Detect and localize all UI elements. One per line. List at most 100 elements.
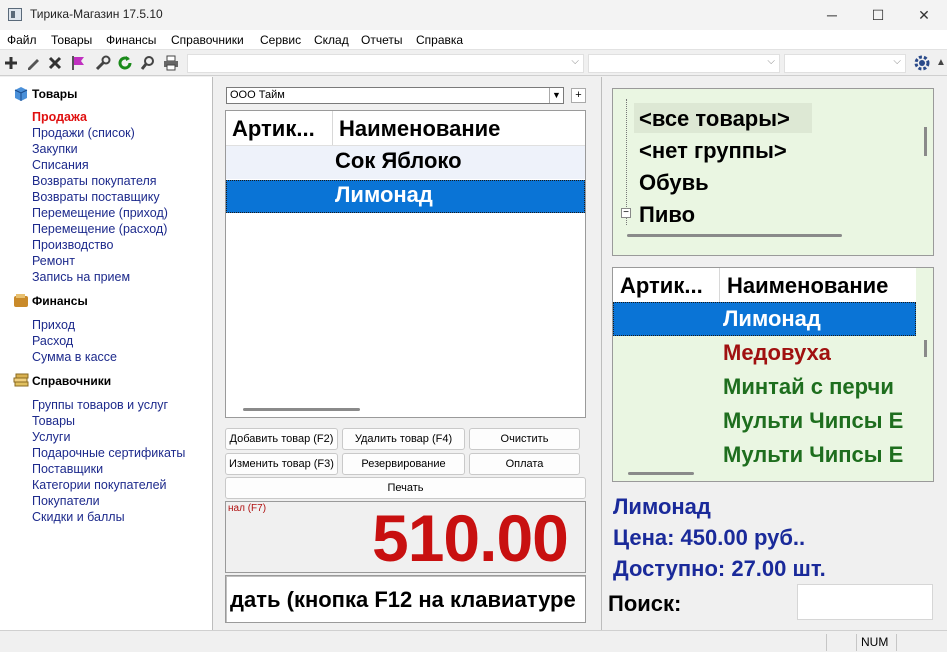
nav-write-offs[interactable]: Списания [32,158,89,172]
nav-sales-list[interactable]: Продажи (список) [32,126,135,140]
menu-directories[interactable]: Справочники [171,33,244,47]
menu-reports[interactable]: Отчеты [361,33,402,47]
nav-income[interactable]: Приход [32,318,75,332]
nav-transfer-in[interactable]: Перемещение (приход) [32,206,168,220]
column-header-article[interactable]: Артик... [232,116,315,142]
selected-product-name: Лимонад [613,494,711,519]
collapse-icon[interactable]: − [621,208,631,218]
horizontal-scrollbar[interactable] [243,408,360,411]
nav-suppliers[interactable]: Поставщики [32,462,103,476]
horizontal-scrollbar[interactable] [628,472,694,475]
group-item-none[interactable]: <нет группы> [639,138,787,164]
chevron-down-icon: ⌵ [767,56,775,67]
nav-customers[interactable]: Покупатели [32,494,100,508]
column-divider [719,268,720,302]
toolbar-combo-2[interactable]: ⌵ [588,54,780,73]
chevron-down-icon: ⌵ [571,56,579,67]
search-label: Поиск: [608,591,682,616]
clear-button[interactable]: Очистить [469,428,580,450]
nav-expense[interactable]: Расход [32,334,73,348]
search-icon[interactable] [139,54,157,72]
navigation-panel: Товары Продажа Продажи (список) Закупки … [0,77,213,630]
nav-discounts[interactable]: Скидки и баллы [32,510,125,524]
nav-appointments[interactable]: Запись на прием [32,270,130,284]
toolbar-combo-3[interactable]: ⌵ [784,54,906,73]
section-title-goods[interactable]: Товары [32,87,77,101]
nav-customer-categories[interactable]: Категории покупателей [32,478,167,492]
chevron-down-icon[interactable]: ▼ [549,88,563,103]
organization-value: ООО Тайм [230,89,285,101]
nav-services[interactable]: Услуги [32,430,70,444]
nav-repair[interactable]: Ремонт [32,254,75,268]
plus-icon[interactable] [2,54,20,72]
num-lock-indicator: NUM [856,634,894,651]
catalog-row-name[interactable]: Медовуха [723,340,831,366]
toolbar-combo-1[interactable]: ⌵ [187,54,584,73]
pencil-icon[interactable] [24,54,42,72]
section-title-finance[interactable]: Финансы [32,294,88,308]
menu-warehouse[interactable]: Склад [314,33,349,47]
nav-cash-balance[interactable]: Сумма в кассе [32,350,117,364]
selected-product-stock: Доступно: 27.00 шт. [613,556,826,581]
printer-icon[interactable] [162,54,180,72]
add-organization-button[interactable]: + [571,88,586,103]
menu-file[interactable]: Файл [7,33,37,47]
settings-icon[interactable] [913,54,931,72]
vertical-scrollbar[interactable] [924,127,927,156]
organization-select[interactable]: ООО Тайм ▼ [226,87,564,104]
nav-purchases[interactable]: Закупки [32,142,78,156]
flag-icon[interactable] [69,54,87,72]
nav-transfer-out[interactable]: Перемещение (расход) [32,222,167,236]
horizontal-scrollbar[interactable] [627,234,842,237]
menu-service[interactable]: Сервис [260,33,301,47]
nav-supplier-returns[interactable]: Возвраты поставщику [32,190,160,204]
catalog-row-name[interactable]: Мульти Чипсы Е [723,408,903,434]
group-item-beer[interactable]: Пиво [639,202,695,228]
books-icon [13,373,29,387]
column-header-name[interactable]: Наименование [727,273,888,299]
wallet-icon [14,294,28,307]
nav-production[interactable]: Производство [32,238,114,252]
catalog-row-name[interactable]: Лимонад [723,306,821,332]
edit-item-button[interactable]: Изменить товар (F3) [225,453,338,475]
section-title-directories[interactable]: Справочники [32,374,111,388]
nav-customer-returns[interactable]: Возвраты покупателя [32,174,157,188]
catalog-rows-clip: Минтай с перчи Мульти Чипсы Е Мульти Чип… [613,370,916,467]
search-input[interactable] [797,584,933,620]
remove-item-button[interactable]: Удалить товар (F4) [342,428,465,450]
nav-gift-certificates[interactable]: Подарочные сертификаты [32,446,185,460]
add-item-button[interactable]: Добавить товар (F2) [225,428,338,450]
column-header-name[interactable]: Наименование [339,116,500,142]
nav-sale[interactable]: Продажа [32,110,87,124]
delete-icon[interactable] [46,54,64,72]
group-item-shoes[interactable]: Обувь [639,170,709,196]
status-bar: NUM [0,630,947,652]
maximize-button[interactable]: ☐ [855,0,901,30]
catalog-row-name[interactable]: Минтай с перчи [723,374,894,400]
window-title: Тирика-Магазин 17.5.10 [30,7,163,21]
refresh-icon[interactable] [116,54,134,72]
hint-text: дать (кнопка F12 на клавиатуре [230,587,576,612]
menu-bar: Файл Товары Финансы Справочники Сервис С… [0,30,947,50]
toolbar-overflow-icon[interactable]: ▲ [936,55,946,71]
minimize-button[interactable]: ─ [809,0,855,30]
vertical-scrollbar[interactable] [924,340,927,357]
selected-product-price: Цена: 450.00 руб.. [613,525,806,550]
row-name: Лимонад [335,182,433,207]
print-button[interactable]: Печать [225,477,586,499]
menu-finance[interactable]: Финансы [106,33,156,47]
reserve-button[interactable]: Резервирование [342,453,465,475]
box-icon [14,87,28,101]
nav-product-groups[interactable]: Группы товаров и услуг [32,398,168,412]
payment-type-label[interactable]: нал (F7) [228,503,266,514]
column-header-article[interactable]: Артик... [620,273,703,299]
group-item-all[interactable]: <все товары> [639,106,790,132]
nav-products[interactable]: Товары [32,414,75,428]
wrench-icon[interactable] [94,54,112,72]
menu-goods[interactable]: Товары [51,33,92,47]
menu-help[interactable]: Справка [416,33,463,47]
chevron-down-icon: ⌵ [893,56,901,67]
catalog-row-name[interactable]: Мульти Чипсы Е [723,442,903,467]
pay-button[interactable]: Оплата [469,453,580,475]
close-button[interactable]: ✕ [901,0,947,30]
